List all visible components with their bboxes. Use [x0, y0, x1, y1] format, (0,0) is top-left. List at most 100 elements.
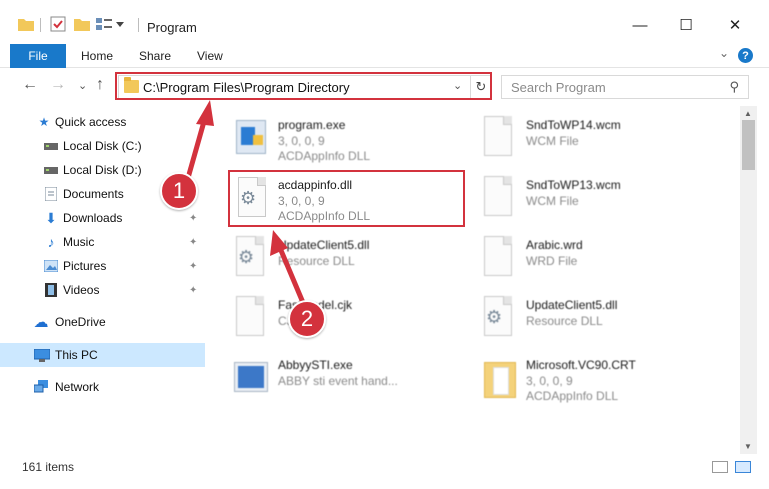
exe-icon	[232, 116, 266, 160]
documents-icon	[43, 187, 59, 201]
tab-file[interactable]: File	[10, 44, 66, 68]
forward-button[interactable]: →	[50, 76, 66, 94]
dll-icon: ⚙	[232, 236, 266, 280]
title-bar: Program — ☐ ✕	[0, 0, 769, 40]
tab-share[interactable]: Share	[139, 49, 171, 63]
sidebar-item-label: Music	[63, 235, 95, 249]
file-description: ACDAppInfo DLL	[526, 389, 619, 403]
sidebar-item-network[interactable]: Network	[0, 375, 205, 399]
address-bar-highlight	[115, 72, 492, 100]
sidebar-item-label: Videos	[63, 283, 100, 297]
file-item-arabic[interactable]: Arabic.wrd WRD File	[462, 230, 702, 288]
new-folder-icon[interactable]	[74, 15, 90, 33]
drive-icon	[43, 139, 59, 153]
star-icon: ★	[38, 115, 50, 129]
back-button[interactable]: ←	[22, 76, 38, 94]
folder-icon	[18, 15, 34, 33]
file-name: program.exe	[278, 118, 346, 132]
file-description: ABBY sti event hand...	[278, 374, 398, 388]
file-name: SndToWP13.wcm	[526, 178, 621, 192]
file-item-updateclient5-left[interactable]: ⚙ UpdateClient5.dll Resource DLL	[214, 230, 454, 288]
tab-home[interactable]: Home	[81, 49, 113, 63]
sidebar-item-videos[interactable]: Videos ✦	[0, 278, 205, 302]
file-name: AbbyySTI.exe	[278, 358, 353, 372]
sidebar-item-label: Local Disk (C:)	[63, 139, 142, 153]
close-button[interactable]: ✕	[712, 10, 758, 40]
pin-icon[interactable]: ✦	[189, 261, 197, 272]
file-icon	[480, 176, 514, 220]
sidebar-item-label: Pictures	[63, 259, 107, 273]
up-button[interactable]: ↑	[96, 76, 104, 94]
file-version: 3, 0, 0, 9	[526, 374, 573, 388]
file-name: UpdateClient5.dll	[526, 298, 618, 312]
large-icons-view-icon[interactable]	[735, 461, 751, 473]
properties-icon[interactable]	[50, 15, 66, 33]
tab-view[interactable]: View	[197, 49, 223, 63]
dll-icon: ⚙	[234, 177, 268, 221]
callout-1: 1	[160, 172, 198, 210]
file-description: ACDAppInfo DLL	[278, 209, 371, 223]
sidebar-item-label: This PC	[55, 348, 98, 362]
file-type: WCM File	[526, 134, 579, 148]
file-item-acdappinfo-dll[interactable]: ⚙ acdappinfo.dll 3, 0, 0, 9 ACDAppInfo D…	[228, 170, 465, 227]
scroll-thumb[interactable]	[742, 120, 755, 170]
music-icon: ♪	[47, 234, 55, 250]
downloads-icon: ⬇	[45, 209, 57, 226]
search-icon[interactable]: ⚲	[729, 79, 739, 95]
vertical-scrollbar[interactable]: ▲ ▼	[740, 106, 757, 454]
title-separator	[40, 18, 41, 32]
onedrive-icon: ☁	[33, 314, 49, 331]
file-name: UpdateClient5.dll	[278, 238, 370, 252]
pin-icon[interactable]: ✦	[189, 285, 197, 296]
scroll-up-icon[interactable]: ▲	[744, 109, 752, 118]
file-name: acdappinfo.dll	[278, 178, 353, 192]
app-icon	[232, 356, 268, 400]
search-placeholder: Search Program	[511, 80, 606, 95]
pictures-icon	[43, 259, 59, 273]
sidebar-item-label: Documents	[63, 187, 124, 201]
file-type: Resource DLL	[278, 254, 355, 268]
sidebar-item-label: Quick access	[55, 115, 127, 129]
sidebar-item-onedrive[interactable]: ☁ OneDrive	[0, 310, 205, 334]
file-type: WCM File	[526, 194, 579, 208]
sidebar-item-label: OneDrive	[55, 315, 106, 329]
pin-icon[interactable]: ✦	[189, 213, 197, 224]
sidebar-item-label: Network	[55, 380, 100, 394]
window-title: Program	[147, 20, 197, 35]
file-name: Microsoft.VC90.CRT	[526, 358, 636, 372]
recent-locations-button[interactable]: ⌄	[78, 79, 87, 92]
scroll-down-icon[interactable]: ▼	[744, 442, 752, 451]
file-item-fastmodel[interactable]: Fastmodel.cjk CJK File	[214, 290, 454, 348]
title-separator	[138, 18, 139, 32]
dll-icon: ⚙	[480, 296, 514, 340]
file-item-abbyysti[interactable]: AbbyySTI.exe ABBY sti event hand...	[214, 350, 454, 408]
file-version: 3, 0, 0, 9	[278, 134, 325, 148]
ribbon-collapse-icon[interactable]: ⌄	[719, 46, 729, 60]
file-type: Resource DLL	[526, 314, 603, 328]
sidebar-item-label: Local Disk (D:)	[63, 163, 142, 177]
sidebar-item-local-disk-c[interactable]: Local Disk (C:)	[0, 134, 205, 158]
file-item-msvc90[interactable]: Microsoft.VC90.CRT 3, 0, 0, 9 ACDAppInfo…	[462, 350, 702, 408]
videos-icon	[43, 283, 59, 297]
maximize-button[interactable]: ☐	[663, 10, 709, 40]
sidebar-item-this-pc[interactable]: This PC	[0, 343, 205, 367]
file-icon	[480, 236, 514, 280]
search-input[interactable]: Search Program ⚲	[501, 75, 749, 99]
file-item-program-exe[interactable]: program.exe 3, 0, 0, 9 ACDAppInfo DLL	[214, 110, 454, 168]
file-name: SndToWP14.wcm	[526, 118, 621, 132]
sidebar-item-pictures[interactable]: Pictures ✦	[0, 254, 205, 278]
details-view-icon[interactable]	[712, 461, 728, 473]
file-item-sndtowp14[interactable]: SndToWP14.wcm WCM File	[462, 110, 702, 168]
sidebar-item-quick-access[interactable]: ★ Quick access	[0, 110, 205, 134]
file-name: Arabic.wrd	[526, 238, 583, 252]
help-icon[interactable]: ?	[738, 48, 753, 63]
file-item-updateclient5-right[interactable]: ⚙ UpdateClient5.dll Resource DLL	[462, 290, 702, 348]
pin-icon[interactable]: ✦	[189, 237, 197, 248]
sidebar-item-label: Downloads	[63, 211, 123, 225]
status-bar: 161 items	[0, 456, 769, 478]
minimize-button[interactable]: —	[617, 10, 663, 40]
customize-toolbar-icon[interactable]	[96, 15, 124, 33]
sidebar-item-music[interactable]: ♪ Music ✦	[0, 230, 205, 254]
callout-2: 2	[288, 300, 326, 338]
file-item-sndtowp13[interactable]: SndToWP13.wcm WCM File	[462, 170, 702, 228]
